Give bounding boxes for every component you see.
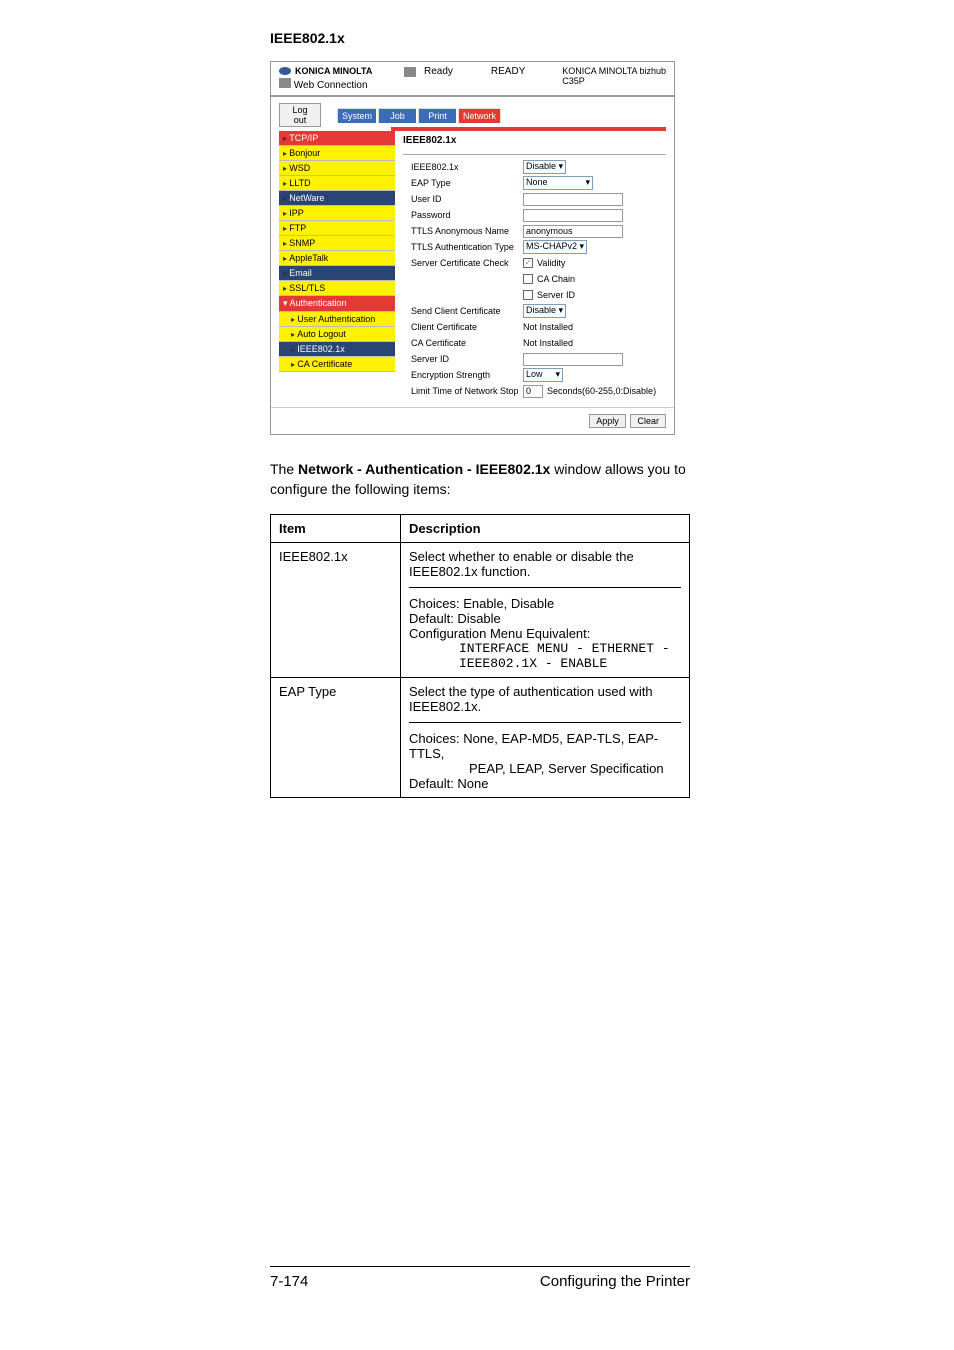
footer-title: Configuring the Printer — [540, 1273, 690, 1290]
sidebar-item-snmp[interactable]: SNMP — [279, 236, 395, 251]
ttls-auth-type-select[interactable]: MS-CHAPv2 ▾ — [523, 240, 587, 254]
intro-paragraph: The Network - Authentication - IEEE802.1… — [270, 460, 690, 499]
validity-label: Validity — [537, 258, 565, 268]
sidebar-item-ca-certificate[interactable]: CA Certificate — [279, 357, 395, 372]
brand-name: KONICA MINOLTA — [295, 66, 372, 76]
ieee-select[interactable]: Disable ▾ — [523, 160, 566, 174]
sidebar-item-netware[interactable]: NetWare — [279, 191, 395, 206]
model-name-2: C35P — [562, 76, 666, 86]
tab-print[interactable]: Print — [418, 108, 456, 123]
page-scope-icon — [279, 78, 291, 88]
password-label: Password — [403, 210, 523, 220]
encryption-strength-label: Encryption Strength — [403, 370, 523, 380]
model-name-1: KONICA MINOLTA bizhub — [562, 66, 666, 76]
status-value: READY — [491, 66, 525, 77]
clear-button[interactable]: Clear — [630, 414, 666, 428]
page-number: 7-174 — [270, 1273, 308, 1290]
sidebar-item-user-auth[interactable]: User Authentication — [279, 312, 395, 327]
tab-job[interactable]: Job — [378, 108, 416, 123]
ca-cert-label: CA Certificate — [403, 338, 523, 348]
sidebar-nav: TCP/IP Bonjour WSD LLTD NetWare IPP FTP … — [279, 131, 395, 399]
send-client-cert-label: Send Client Certificate — [403, 306, 523, 316]
row1-item: IEEE802.1x — [271, 543, 401, 678]
client-cert-value: Not Installed — [523, 322, 573, 332]
main-panel-title: IEEE802.1x — [403, 131, 666, 155]
tab-system[interactable]: System — [337, 108, 376, 123]
sidebar-item-ieee8021x[interactable]: IEEE802.1x — [279, 342, 395, 357]
userid-label: User ID — [403, 194, 523, 204]
sidebar-item-ipp[interactable]: IPP — [279, 206, 395, 221]
server-id-checkbox[interactable] — [523, 290, 533, 300]
limit-time-hint: Seconds(60-255,0:Disable) — [547, 386, 656, 396]
description-table: Item Description IEEE802.1x Select wheth… — [270, 514, 690, 798]
userid-input[interactable] — [523, 193, 623, 206]
sidebar-item-authentication[interactable]: ▾ Authentication — [279, 296, 395, 312]
server-id-cb-label: Server ID — [537, 290, 575, 300]
printer-status-icon — [404, 67, 416, 77]
ca-cert-value: Not Installed — [523, 338, 573, 348]
ca-chain-label: CA Chain — [537, 274, 575, 284]
limit-time-label: Limit Time of Network Stop — [403, 386, 523, 396]
ieee-label: IEEE802.1x — [403, 162, 523, 172]
sidebar-item-lltd[interactable]: LLTD — [279, 176, 395, 191]
server-id-label: Server ID — [403, 354, 523, 364]
server-cert-check-label: Server Certificate Check — [403, 258, 523, 268]
th-item: Item — [271, 515, 401, 543]
tab-network[interactable]: Network — [458, 108, 501, 123]
sidebar-item-ssltls[interactable]: SSL/TLS — [279, 281, 395, 296]
section-heading: IEEE802.1x — [270, 30, 690, 46]
row2-item: EAP Type — [271, 678, 401, 798]
eap-type-label: EAP Type — [403, 178, 523, 188]
eap-type-select[interactable]: None ▾ — [523, 176, 593, 190]
sidebar-item-ftp[interactable]: FTP — [279, 221, 395, 236]
row1-desc: Select whether to enable or disable the … — [401, 543, 690, 678]
table-row: IEEE802.1x Select whether to enable or d… — [271, 543, 690, 678]
sidebar-item-tcpip[interactable]: TCP/IP — [279, 131, 395, 146]
send-client-cert-select[interactable]: Disable ▾ — [523, 304, 566, 318]
th-description: Description — [401, 515, 690, 543]
ttls-anon-label: TTLS Anonymous Name — [403, 226, 523, 236]
ttls-auth-type-label: TTLS Authentication Type — [403, 242, 523, 252]
admin-screenshot: KONICA MINOLTA Web Connection Ready READ… — [270, 61, 675, 435]
password-input[interactable] — [523, 209, 623, 222]
ttls-anon-input[interactable] — [523, 225, 623, 238]
brand-logo-icon — [279, 67, 291, 75]
ca-chain-checkbox[interactable] — [523, 274, 533, 284]
encryption-strength-select[interactable]: Low ▾ — [523, 368, 563, 382]
validity-checkbox[interactable]: ✓ — [523, 258, 533, 268]
sidebar-item-auto-logout[interactable]: Auto Logout — [279, 327, 395, 342]
client-cert-label: Client Certificate — [403, 322, 523, 332]
table-row: EAP Type Select the type of authenticati… — [271, 678, 690, 798]
limit-time-input[interactable] — [523, 385, 543, 398]
sidebar-item-bonjour[interactable]: Bonjour — [279, 146, 395, 161]
page-footer: 7-174 Configuring the Printer — [270, 1266, 690, 1290]
row2-desc: Select the type of authentication used w… — [401, 678, 690, 798]
apply-button[interactable]: Apply — [589, 414, 626, 428]
sidebar-item-appletalk[interactable]: AppleTalk — [279, 251, 395, 266]
status-label: Ready — [424, 66, 453, 77]
server-id-input[interactable] — [523, 353, 623, 366]
web-connection-label: Web Connection — [294, 80, 368, 91]
logout-button[interactable]: Log out — [279, 103, 321, 127]
sidebar-item-email[interactable]: Email — [279, 266, 395, 281]
sidebar-item-wsd[interactable]: WSD — [279, 161, 395, 176]
